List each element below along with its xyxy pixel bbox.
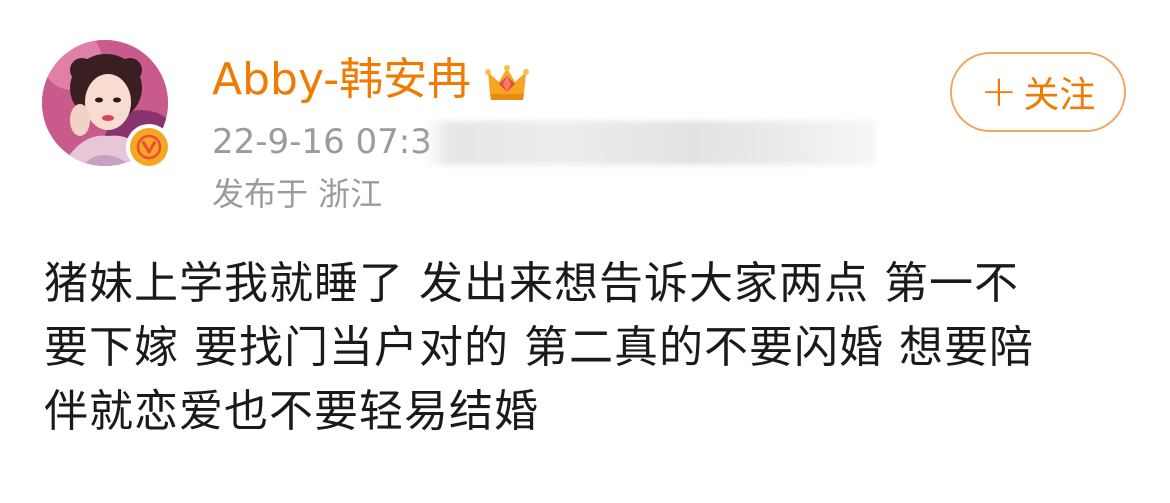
post-text[interactable]: 猪妹上学我就睡了 发出来想告诉大家两点 第一不 要下嫁 要找门当户对的 第二真的… <box>44 252 1130 444</box>
blurred-device-info <box>424 121 876 165</box>
post-text-line: 伴就恋爱也不要轻易结婚 <box>44 386 539 437</box>
follow-button[interactable]: + 关注 <box>950 52 1126 132</box>
author-name[interactable]: Abby-韩安冉 <box>212 52 471 108</box>
plus-icon: + <box>980 66 1018 117</box>
post-timestamp[interactable]: 22-9-16 07:3 <box>212 120 432 164</box>
verified-v-icon <box>130 128 168 166</box>
post-location: 发布于 浙江 <box>212 175 383 213</box>
verified-badge <box>126 124 172 170</box>
post-text-line: 猪妹上学我就睡了 发出来想告诉大家两点 第一不 <box>44 258 1019 309</box>
follow-label: 关注 <box>1023 75 1096 116</box>
weibo-post: Abby-韩安冉 22-9-16 07:3 发布于 浙江 + 关注 猪妹上学我就… <box>0 0 1170 503</box>
vip-crown-icon[interactable] <box>484 60 530 104</box>
post-text-line: 要下嫁 要找门当户对的 第二真的不要闪婚 想要陪 <box>44 322 1034 373</box>
